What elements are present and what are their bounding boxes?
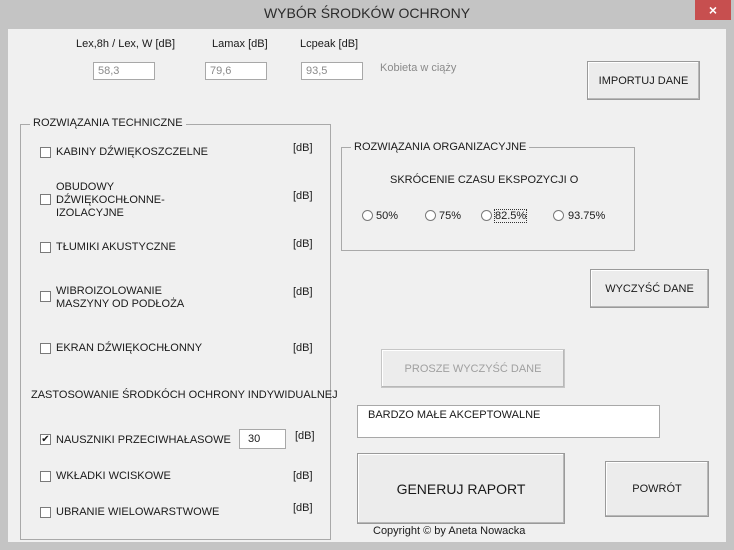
generate-report-button[interactable]: GENERUJ RAPORT [357, 453, 565, 524]
radio-93-75[interactable] [553, 210, 564, 221]
earmuffs-attenuation-field[interactable]: 30 [239, 429, 286, 449]
db-unit-label: [dB] [293, 502, 313, 514]
radio-75[interactable] [425, 210, 436, 221]
lcpeak-field[interactable]: 93,5 [301, 62, 363, 80]
lex-label: Lex,8h / Lex, W [dB] [76, 38, 176, 50]
acoustic-screen-checkbox[interactable] [40, 343, 51, 354]
lex-field[interactable]: 58,3 [93, 62, 155, 80]
window-title: WYBÓR ŚRODKÓW OCHRONY [263, 5, 471, 21]
radio-82-5[interactable] [481, 210, 492, 221]
earplugs-label: WKŁADKI WCISKOWE [56, 470, 171, 482]
sound-absorbing-enclosures-label: OBUDOWY DŹWIĘKOCHŁONNE-IZOLACYJNE [56, 181, 165, 219]
db-unit-label: [dB] [293, 286, 313, 298]
vibration-isolation-checkbox[interactable] [40, 291, 51, 302]
db-unit-label: [dB] [293, 470, 313, 482]
earmuffs-checkbox[interactable]: ✔ [40, 434, 51, 445]
technical-solutions-caption: ROZWIĄZANIA TECHNICZNE [30, 117, 186, 129]
db-unit-label: [dB] [293, 238, 313, 250]
multilayer-clothing-checkbox[interactable] [40, 507, 51, 518]
form-client-area: Lex,8h / Lex, W [dB] Lamax [dB] Lcpeak [… [8, 29, 726, 542]
please-clear-data-button[interactable]: PROSZE WYCZYŚĆ DANE [381, 349, 565, 388]
lamax-field[interactable]: 79,6 [205, 62, 267, 80]
earmuffs-label: NAUSZNIKI PRZECIWHAŁASOWE [56, 434, 231, 446]
radio-93-75-label: 93.75% [568, 210, 606, 222]
radio-82-5-label: 82.5% [493, 209, 528, 223]
silencers-checkbox[interactable] [40, 242, 51, 253]
db-unit-label: [dB] [293, 190, 313, 202]
soundproof-booths-label: KABINY DŹWIĘKOSZCZELNE [56, 146, 208, 158]
db-unit-label: [dB] [293, 342, 313, 354]
back-button[interactable]: POWRÓT [605, 461, 709, 517]
import-data-button[interactable]: IMPORTUJ DANE [587, 61, 700, 100]
copyright-label: Copyright © by Aneta Nowacka [373, 525, 526, 537]
individual-protection-heading: ZASTOSOWANIE ŚRODKÓCH OCHRONY INDYWIDUAL… [31, 389, 338, 401]
earplugs-checkbox[interactable] [40, 471, 51, 482]
multilayer-clothing-label: UBRANIE WIELOWARSTWOWE [56, 506, 220, 518]
close-button[interactable]: × [695, 0, 731, 20]
radio-50-label: 50% [376, 210, 399, 222]
soundproof-booths-checkbox[interactable] [40, 147, 51, 158]
exposure-reduction-heading: SKRÓCENIE CZASU EKSPOZYCJI O [390, 174, 579, 186]
db-unit-label: [dB] [295, 430, 315, 442]
result-textbox[interactable]: BARDZO MAŁE AKCEPTOWALNE [357, 405, 660, 438]
sound-absorbing-enclosures-checkbox[interactable] [40, 194, 51, 205]
organizational-solutions-frame [341, 147, 635, 251]
clear-data-button[interactable]: WYCZYŚĆ DANE [590, 269, 709, 308]
db-unit-label: [dB] [293, 142, 313, 154]
pregnant-note: Kobieta w ciąży [380, 62, 457, 74]
radio-75-label: 75% [439, 210, 462, 222]
radio-50[interactable] [362, 210, 373, 221]
vibration-isolation-label: WIBROIZOLOWANIE MASZYNY OD PODŁOŻA [56, 285, 185, 310]
checkmark-icon: ✔ [41, 434, 50, 445]
lamax-label: Lamax [dB] [212, 38, 268, 50]
organizational-solutions-caption: ROZWIĄZANIA ORGANIZACYJNE [351, 141, 530, 153]
acoustic-screen-label: EKRAN DŹWIĘKOCHŁONNY [56, 342, 203, 354]
silencers-label: TŁUMIKI AKUSTYCZNE [56, 241, 176, 253]
lcpeak-label: Lcpeak [dB] [300, 38, 359, 50]
title-bar: WYBÓR ŚRODKÓW OCHRONY × [0, 0, 734, 28]
